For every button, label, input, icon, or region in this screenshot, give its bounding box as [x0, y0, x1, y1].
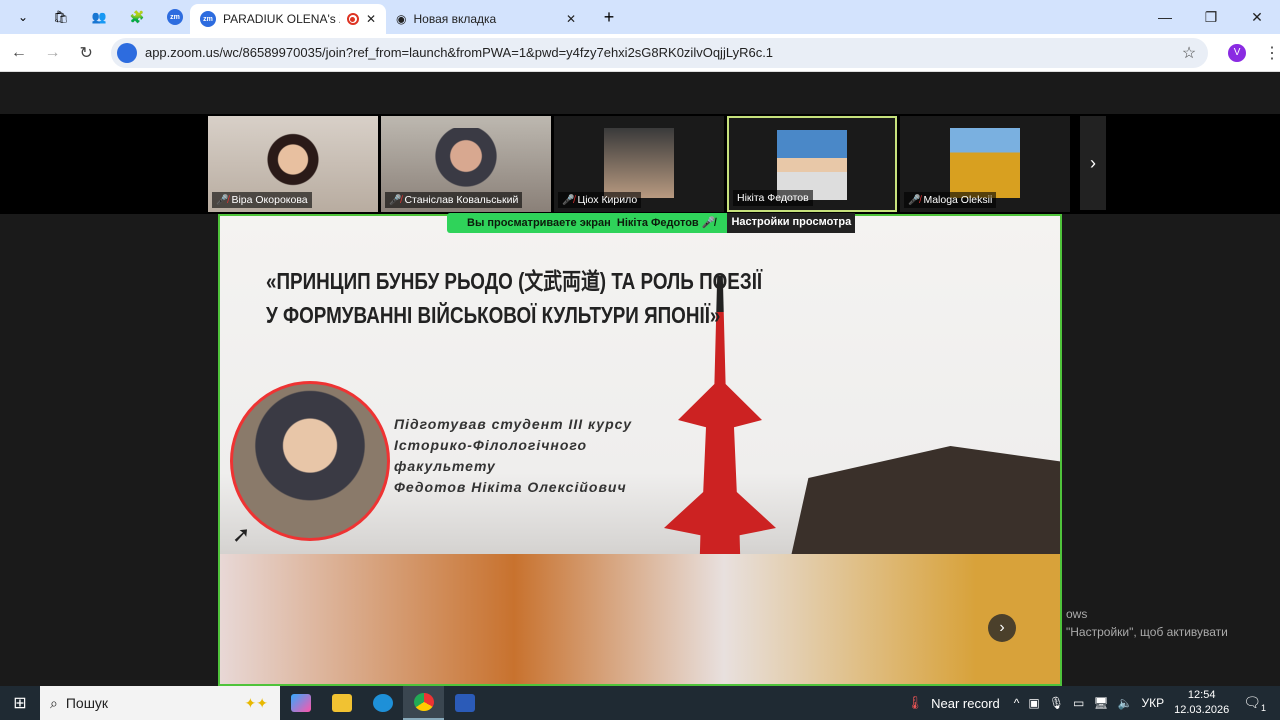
- system-tray: ^ ▣ 🎙 ▭ 🖥 🔈 УКР: [1014, 696, 1164, 710]
- tab-search-button[interactable]: ⌄: [8, 5, 38, 29]
- word-app[interactable]: [444, 686, 485, 720]
- pinned-tab-zoom[interactable]: zm: [160, 5, 190, 29]
- forward-button[interactable]: →: [38, 44, 68, 62]
- weather-text: Near record: [931, 695, 1000, 711]
- file-explorer-app[interactable]: [321, 686, 362, 720]
- network-icon[interactable]: 🖥: [1093, 696, 1108, 710]
- new-tab-button[interactable]: +: [594, 5, 624, 29]
- address-bar: ← → ↻ app.zoom.us/wc/86589970035/join?re…: [0, 34, 1280, 72]
- zoom-icon: zm: [167, 9, 183, 25]
- tab-bar: ⌄ 🛍 👥 🧩 zm zm PARADIUK OLENA's Zoom Meet…: [0, 0, 1280, 34]
- pinned-tab-store[interactable]: 🛍: [46, 5, 76, 29]
- battery-icon[interactable]: ▭: [1073, 696, 1084, 710]
- slide-title: «ПРИНЦИП БУНБУ РЬОДО (文武両道) ТА РОЛЬ ПОЕЗ…: [266, 268, 763, 328]
- profile-avatar[interactable]: V: [1228, 43, 1247, 62]
- tab-title: PARADIUK OLENA's Zoom Meeting: [223, 12, 340, 26]
- clock[interactable]: 12:54 12.03.2026: [1174, 688, 1229, 718]
- meeting-top-band: [0, 72, 1280, 114]
- participant-name: Нікіта Федотов: [737, 192, 809, 204]
- thermometer-icon: 🌡: [906, 695, 924, 710]
- close-tab-icon[interactable]: ✕: [566, 12, 576, 26]
- pinned-tab-app[interactable]: 🧩: [122, 5, 152, 29]
- participant-tile-active-speaker[interactable]: Нікіта Федотов: [727, 116, 897, 212]
- slide-next-button[interactable]: ›: [988, 614, 1016, 642]
- viewing-share-label: Вы просматриваете экран Нікіта Федотов 🎤…: [447, 213, 728, 233]
- muted-mic-icon: 🎤̸: [908, 194, 921, 206]
- participant-video: [258, 128, 328, 198]
- participant-name: Ціох Кирило: [577, 194, 638, 206]
- participant-name: Віра Окорокова: [231, 194, 308, 206]
- tab-zoom-meeting[interactable]: zm PARADIUK OLENA's Zoom Meeting ✕: [190, 4, 386, 34]
- volume-icon[interactable]: 🔈: [1118, 696, 1133, 710]
- participant-name: Станіслав Ковальський: [404, 194, 519, 206]
- muted-mic-icon: 🎤̸: [389, 194, 402, 206]
- presenter-name: Нікіта Федотов: [616, 217, 699, 229]
- microphone-icon[interactable]: 🎙: [1049, 696, 1064, 710]
- chrome-icon: ◉: [396, 12, 407, 26]
- search-placeholder: Пошук: [65, 695, 109, 711]
- participant-tile[interactable]: 🎤̸ Ціох Кирило: [554, 116, 724, 212]
- close-window-button[interactable]: ✕: [1234, 0, 1280, 34]
- next-participants-button[interactable]: ›: [1080, 116, 1106, 210]
- show-hidden-icons[interactable]: ^: [1014, 696, 1020, 710]
- author-photo: [230, 381, 390, 541]
- maximize-button[interactable]: ❐: [1188, 0, 1234, 34]
- edge-app[interactable]: [362, 686, 403, 720]
- back-button[interactable]: ←: [4, 44, 34, 62]
- cherry-trees-image: [220, 554, 1060, 684]
- taskbar: ⊞ ⌕ Пошук ✦✦ 🌡 Near record ^ ▣ 🎙 ▭ 🖥 🔈 У…: [0, 686, 1280, 720]
- reload-button[interactable]: ↻: [71, 43, 101, 63]
- sparkle-icon: ✦✦: [244, 694, 268, 711]
- url-text: app.zoom.us/wc/86589970035/join?ref_from…: [144, 45, 774, 60]
- url-input[interactable]: app.zoom.us/wc/86589970035/join?ref_from…: [110, 37, 1209, 68]
- zoom-site-icon: [116, 42, 137, 63]
- participant-strip: 🎤̸ Віра Окорокова 🎤̸ Станіслав Ковальський…: [0, 114, 1280, 214]
- tab-title: Новая вкладка: [413, 12, 497, 26]
- shared-screen: «ПРИНЦИП БУНБУ РЬОДО (文武両道) ТА РОЛЬ ПОЕЗ…: [218, 214, 1062, 686]
- weather-widget[interactable]: 🌡 Near record: [907, 695, 1000, 711]
- participant-video: [604, 128, 674, 198]
- camera-icon[interactable]: ▣: [1028, 696, 1039, 710]
- slide-author: Підготував студент III курсу Історико-Фі…: [394, 416, 633, 495]
- participant-video: [431, 128, 501, 198]
- chrome-app[interactable]: [403, 686, 444, 720]
- notifications-button[interactable]: 🗨1: [1243, 694, 1266, 713]
- muted-mic-icon: 🎤̸: [216, 194, 229, 206]
- participant-tile[interactable]: 🎤̸ Станіслав Ковальський: [381, 116, 551, 212]
- browser-menu-icon[interactable]: ⋮: [1264, 43, 1280, 63]
- share-banner: Вы просматриваете экран Нікіта Федотов 🎤…: [447, 213, 856, 233]
- start-button[interactable]: ⊞: [0, 693, 40, 713]
- taskbar-search[interactable]: ⌕ Пошук ✦✦: [40, 686, 280, 720]
- recording-icon: [346, 13, 359, 25]
- arrow-icon: ➚: [232, 522, 251, 547]
- zoom-icon: zm: [200, 11, 216, 27]
- participant-tile[interactable]: 🎤̸ Maloga Oleksii: [900, 116, 1070, 212]
- tab-new-tab[interactable]: ◉ Новая вкладка ✕: [386, 4, 586, 34]
- participant-name: Maloga Oleksii: [923, 194, 993, 206]
- view-options-button[interactable]: Настройки просмотра: [727, 213, 856, 233]
- language-indicator[interactable]: УКР: [1142, 696, 1165, 710]
- participant-video: [950, 128, 1020, 198]
- copilot-app[interactable]: [280, 686, 321, 720]
- participant-tile[interactable]: 🎤̸ Віра Окорокова: [208, 116, 378, 212]
- search-icon: ⌕: [50, 694, 58, 711]
- close-tab-icon[interactable]: ✕: [366, 12, 376, 26]
- meeting-main: «ПРИНЦИП БУНБУ РЬОДО (文武両道) ТА РОЛЬ ПОЕЗ…: [0, 214, 1280, 686]
- muted-mic-icon: 🎤̸: [701, 217, 716, 229]
- bookmark-star-icon[interactable]: ☆: [1182, 43, 1196, 63]
- pinned-tab-teams[interactable]: 👥: [84, 5, 114, 29]
- muted-mic-icon: 🎤̸: [562, 194, 575, 206]
- activation-watermark: ows "Настройки", щоб активувати: [1066, 607, 1228, 639]
- minimize-button[interactable]: —: [1142, 0, 1188, 34]
